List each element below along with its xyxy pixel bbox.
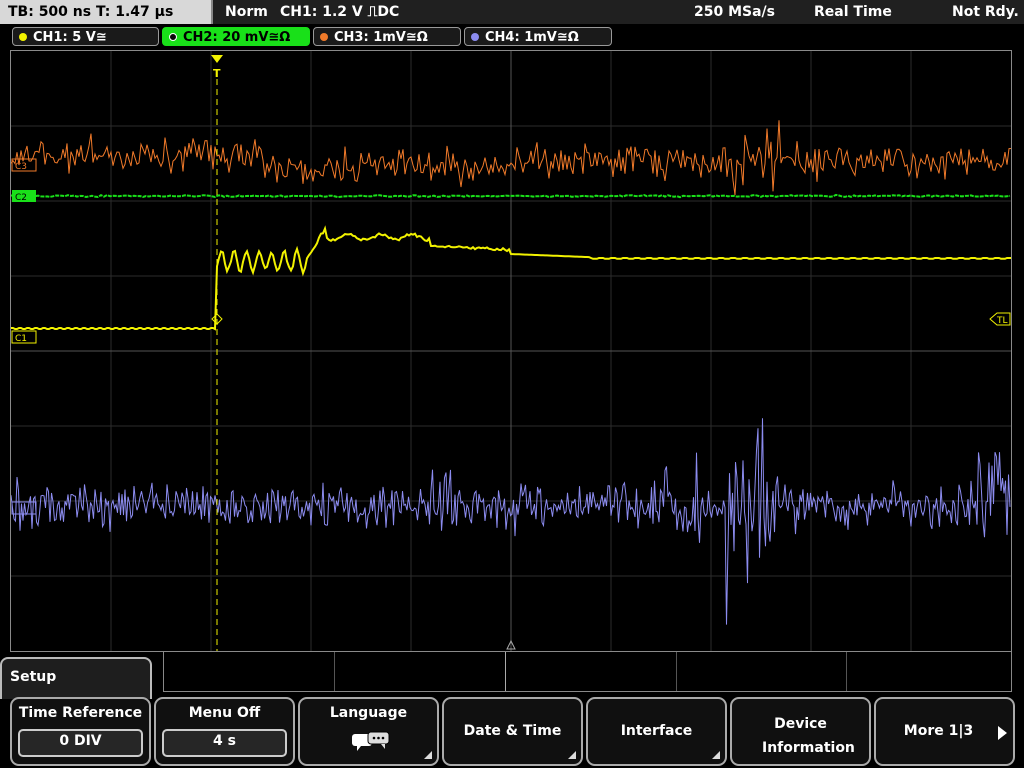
ch2-color-icon: [169, 33, 177, 41]
interface-label: Interface: [620, 723, 693, 739]
ch1-marker[interactable]: C1: [11, 330, 37, 344]
zoom-divider: [505, 652, 506, 691]
language-button[interactable]: Language: [298, 697, 439, 766]
zoom-divider: [676, 652, 677, 691]
speech-bubbles-icon: [352, 731, 390, 751]
tab-ch1[interactable]: CH1: 5 V≅: [12, 27, 159, 46]
date-time-button[interactable]: Date & Time: [442, 697, 583, 766]
submenu-indicator-icon: [568, 751, 576, 759]
ch4-color-icon: [471, 33, 479, 41]
zoom-overview-strip: [163, 652, 1012, 692]
time-reference-label: Time Reference: [18, 705, 143, 721]
trigger-info[interactable]: CH1: 1.2 V ⎍DC: [280, 0, 399, 24]
ch3-marker-label: C3: [15, 162, 27, 172]
tab-ch4-label: CH4: 1mV≅Ω: [485, 30, 579, 45]
submenu-indicator-icon: [712, 751, 720, 759]
ch1-marker-label: C1: [15, 334, 27, 344]
tab-ch4[interactable]: CH4: 1mV≅Ω: [464, 27, 612, 46]
more-label: More 1|3: [903, 723, 974, 739]
tab-ch3-label: CH3: 1mV≅Ω: [334, 30, 428, 45]
interface-button[interactable]: Interface: [586, 697, 727, 766]
device-information-label: Device Information: [762, 716, 855, 756]
tab-ch2[interactable]: CH2: 20 mV≅Ω: [162, 27, 310, 46]
device-information-button[interactable]: Device Information: [730, 697, 871, 766]
acquisition-state: Not Rdy.: [952, 4, 1019, 20]
ch2-marker[interactable]: C2: [12, 190, 36, 203]
waveform-display[interactable]: T C3 C2 C1 TL: [10, 50, 1012, 652]
trigger-level-marker[interactable]: TL: [989, 312, 1011, 326]
menu-off-label: Menu Off: [188, 705, 261, 721]
arrow-right-icon: [998, 726, 1007, 740]
trigger-level-label: TL: [996, 316, 1008, 326]
submenu-indicator-icon: [424, 751, 432, 759]
tab-ch2-label: CH2: 20 mV≅Ω: [183, 30, 291, 45]
acquisition-mode: Real Time: [814, 4, 892, 20]
ch1-color-icon: [19, 33, 27, 41]
ch2-waveform: [11, 193, 1011, 199]
menu-title: Setup: [0, 657, 152, 699]
menu-off-button[interactable]: Menu Off 4 s: [154, 697, 295, 766]
trigger-position-marker[interactable]: [211, 55, 223, 63]
ch2-marker-label: C2: [15, 193, 27, 203]
zoom-divider: [334, 652, 335, 691]
trigger-mode[interactable]: Norm: [225, 0, 268, 24]
waveform-canvas: T C3 C2 C1 TL: [11, 51, 1011, 651]
tab-ch1-label: CH1: 5 V≅: [33, 30, 107, 45]
ch3-color-icon: [320, 33, 328, 41]
graticule: [11, 51, 1011, 651]
date-time-label: Date & Time: [463, 723, 562, 739]
more-button[interactable]: More 1|3: [874, 697, 1015, 766]
sample-rate: 250 MSa/s: [694, 4, 776, 20]
time-reference-button[interactable]: Time Reference 0 DIV: [10, 697, 151, 766]
zoom-divider: [846, 652, 847, 691]
time-reference-value[interactable]: 0 DIV: [18, 729, 143, 757]
language-label: Language: [329, 705, 408, 721]
trigger-position-label: T: [213, 67, 221, 80]
tab-ch3[interactable]: CH3: 1mV≅Ω: [313, 27, 461, 46]
menu-off-value[interactable]: 4 s: [162, 729, 287, 757]
timebase-readout[interactable]: TB: 500 ns T: 1.47 µs: [0, 0, 213, 24]
